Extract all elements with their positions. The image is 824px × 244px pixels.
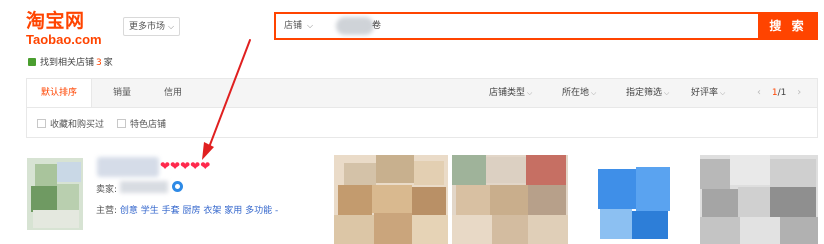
pager-total: 1 bbox=[780, 88, 787, 98]
product-thumbnail[interactable] bbox=[452, 155, 568, 244]
blurred-query-text bbox=[336, 17, 374, 35]
search-scope-select[interactable]: 店铺 ⌵ bbox=[284, 14, 313, 38]
result-summary-suffix: 家 bbox=[103, 58, 113, 68]
checkbox-box[interactable] bbox=[37, 119, 46, 128]
next-page-icon[interactable]: › bbox=[797, 87, 801, 98]
result-count: 3 bbox=[96, 58, 102, 68]
checkbox-featured-shop[interactable]: 特色店铺 bbox=[117, 117, 166, 130]
seller-label: 卖家: bbox=[96, 185, 118, 195]
search-scope-label: 店铺 bbox=[284, 21, 303, 31]
logo-cn-text: 淘宝网 bbox=[26, 10, 85, 32]
chevron-down-icon: ⌵ bbox=[664, 89, 670, 97]
checkbox-favorited-purchased[interactable]: 收藏和购买过 bbox=[37, 117, 104, 130]
product-thumbnail[interactable] bbox=[334, 155, 448, 244]
checkbox-row: 收藏和购买过 特色店铺 bbox=[26, 108, 818, 138]
pager: ‹ 1/1 › bbox=[757, 79, 801, 107]
chevron-down-icon: ⌵ bbox=[168, 22, 175, 31]
blurred-seller-name[interactable] bbox=[120, 181, 168, 193]
more-markets-label: 更多市场 bbox=[129, 22, 166, 32]
main-business-row: 主营: 创意 学生 手套 厨房 衣架 家用 多功能 - bbox=[96, 203, 278, 216]
chevron-down-icon: ⌵ bbox=[591, 89, 597, 97]
main-business-keywords[interactable]: 创意 学生 手套 厨房 衣架 家用 多功能 - bbox=[120, 206, 278, 216]
checkbox-featured-shop-label: 特色店铺 bbox=[130, 120, 167, 130]
sort-filter-bar: 默认排序 销量 信用 店铺类型 ⌵ 所在地 ⌵ 指定筛选 ⌵ 好评率 ⌵ ‹ 1/1 › bbox=[26, 78, 818, 108]
product-thumbnail[interactable] bbox=[582, 155, 692, 244]
credit-rating-hearts: ❤❤❤❤❤ bbox=[160, 159, 211, 173]
tab-default-sort[interactable]: 默认排序 bbox=[27, 79, 93, 107]
more-markets-dropdown[interactable]: 更多市场 ⌵ bbox=[123, 17, 181, 36]
logo-en-text: Taobao.com bbox=[26, 32, 102, 47]
prev-page-icon[interactable]: ‹ bbox=[757, 87, 761, 98]
tab-sales[interactable]: 销量 bbox=[113, 79, 131, 107]
blurred-shop-name[interactable] bbox=[97, 157, 159, 177]
taobao-logo[interactable]: 淘宝网 Taobao.com bbox=[26, 6, 110, 48]
search-query-suffix[interactable]: 卷 bbox=[372, 14, 381, 38]
chevron-down-icon: ⌵ bbox=[307, 21, 314, 30]
main-business-label: 主营: bbox=[96, 206, 118, 216]
filter-specified[interactable]: 指定筛选 ⌵ bbox=[626, 79, 669, 107]
filter-specified-label: 指定筛选 bbox=[626, 88, 663, 98]
result-summary-prefix: 找到相关店铺 bbox=[40, 58, 95, 68]
chevron-down-icon: ⌵ bbox=[527, 89, 533, 97]
result-summary: 找到相关店铺 3 家 bbox=[28, 55, 113, 68]
shop-avatar[interactable] bbox=[27, 158, 83, 230]
checkbox-favorited-purchased-label: 收藏和购买过 bbox=[50, 120, 105, 130]
search-button[interactable]: 搜 索 bbox=[758, 12, 818, 40]
search-bar[interactable]: 店铺 ⌵ 卷 bbox=[274, 12, 760, 40]
tab-credit[interactable]: 信用 bbox=[164, 79, 182, 107]
filter-shop-type-label: 店铺类型 bbox=[489, 88, 526, 98]
checkbox-box[interactable] bbox=[117, 119, 126, 128]
wangwang-chat-icon[interactable] bbox=[172, 181, 183, 192]
shop-icon bbox=[28, 58, 36, 66]
filter-shop-type[interactable]: 店铺类型 ⌵ bbox=[489, 79, 532, 107]
filter-positive-rate-label: 好评率 bbox=[691, 88, 719, 98]
filter-location[interactable]: 所在地 ⌵ bbox=[562, 79, 596, 107]
product-thumbnail[interactable] bbox=[700, 155, 818, 244]
filter-positive-rate[interactable]: 好评率 ⌵ bbox=[691, 79, 725, 107]
chevron-down-icon: ⌵ bbox=[720, 89, 726, 97]
filter-location-label: 所在地 bbox=[562, 88, 590, 98]
